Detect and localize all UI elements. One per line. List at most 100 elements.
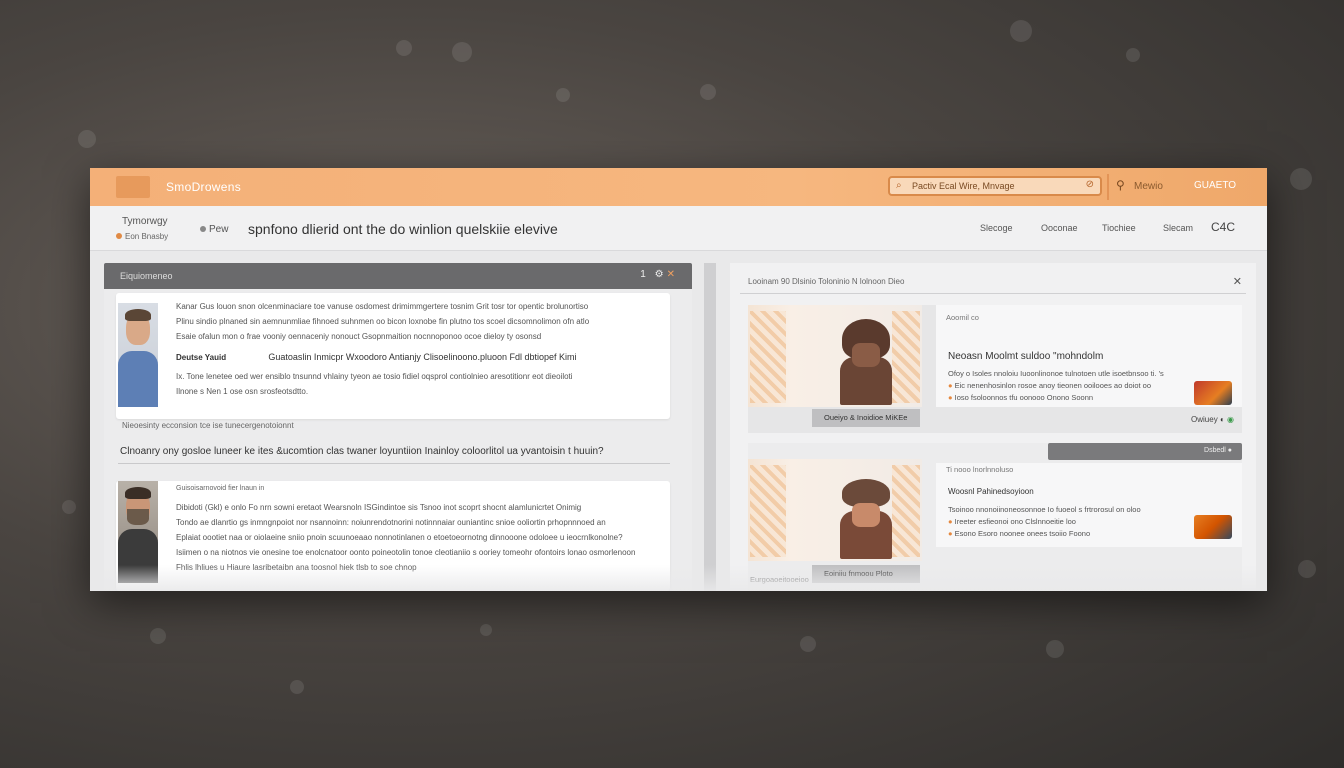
bokeh-dot (1126, 48, 1140, 62)
post-card[interactable]: Kanar Gus louon snon olcenminaciare toe … (116, 293, 670, 419)
card-label: Aoomil co (946, 313, 979, 322)
card-image (748, 305, 922, 407)
statue-face (852, 343, 880, 367)
feed-controls: 1 ⚙✕ (640, 269, 678, 280)
search-input[interactable]: ⌕ Pactiv Ecal Wire, Mnvage ⊘ (888, 176, 1102, 196)
card-line: ● Eic nenenhosinlon rosoe anoy tieonen o… (948, 381, 1152, 390)
app-title: SmoDrowens (166, 180, 242, 194)
media-card[interactable]: Oueiyo & Inoidioe MiKEe Aoomil co Neoasn… (748, 305, 1242, 433)
pattern-decoration (750, 465, 786, 557)
title-bar: SmoDrowens ⌕ Pactiv Ecal Wire, Mnvage ⊘ … (90, 168, 1267, 206)
image-caption: Eoiniiu fnmoou Ploto (812, 565, 920, 583)
post-line: Eplaiat oootiet naa or oiolaeine sniio p… (176, 533, 623, 542)
post-author-line: Guisoisarnovoid fier lnaun in (176, 485, 265, 492)
figure-face (852, 503, 880, 527)
close-icon[interactable]: ✕ (667, 269, 678, 280)
dot-icon (200, 226, 206, 232)
search-text: Pactiv Ecal Wire, Mnvage (912, 181, 1015, 191)
nav-end-label[interactable]: C4C (1211, 220, 1235, 234)
bokeh-dot (150, 628, 166, 644)
pattern-decoration (750, 311, 786, 403)
post-line: Tondo ae dlanrtio gs inmngnpoiot nor nsa… (176, 518, 606, 527)
media-card[interactable]: Dsbedl ● Ti nooo lnorlnnoluso Woosnl Pah… (748, 443, 1242, 591)
bokeh-dot (396, 40, 412, 56)
divider (118, 463, 670, 464)
nav-link[interactable]: Tiochiee (1102, 223, 1163, 233)
post-meta: Nieoesinty ecconsion tce ise tunecergeno… (122, 421, 294, 430)
card-toolbar[interactable]: Dsbedl ● (1048, 443, 1242, 460)
avatar-hair (125, 309, 151, 321)
check-icon[interactable]: ◉ (1227, 415, 1234, 424)
thumbnail[interactable] (1194, 381, 1232, 405)
post-card[interactable]: Guisoisarnovoid fier lnaun in Dibidoti (… (116, 481, 670, 591)
bullet-icon: ● (948, 393, 955, 402)
bell-icon[interactable]: ⚲ (1116, 178, 1125, 192)
top-nav: Slecoge Ooconae Tiochiee Slecam (980, 223, 1224, 233)
post-line: Esaie ofalun mon o frae vooniy oennaceni… (176, 332, 542, 341)
clear-search-icon[interactable]: ⊘ (1086, 179, 1094, 190)
bokeh-dot (1010, 20, 1032, 42)
detail-pane: Looinam 90 Dlsinio Toloninio N lolnoon D… (730, 263, 1256, 591)
card-footer: Owiuey ◐ ◉ (1191, 415, 1234, 424)
thumbnail[interactable] (1194, 515, 1232, 539)
search-icon: ⌕ (896, 180, 902, 191)
bokeh-dot (556, 88, 570, 102)
card-line: ● Ireeter esfieonoi ono Clslnnoeitie loo (948, 517, 1076, 526)
bokeh-dot (62, 500, 76, 514)
app-logo (116, 176, 150, 198)
nav-link[interactable]: Slecoge (980, 223, 1041, 233)
account-label[interactable]: GUAETO (1194, 180, 1236, 191)
avatar-body (118, 351, 158, 407)
bokeh-dot (700, 84, 716, 100)
bokeh-dot (800, 636, 816, 652)
status-dot-icon (116, 233, 122, 239)
bullet-icon: ● (948, 517, 955, 526)
post-line: Ilnone s Nen 1 ose osn srosfeotsdtto. (176, 387, 309, 396)
card-title[interactable]: Woosnl Pahinedsoyioon (948, 487, 1034, 496)
post-line: Kanar Gus louon snon olcenminaciare toe … (176, 302, 589, 311)
app-window: SmoDrowens ⌕ Pactiv Ecal Wire, Mnvage ⊘ … (90, 168, 1267, 591)
image-caption: Oueiyo & Inoidioe MiKEe (812, 409, 920, 427)
user-menu[interactable]: Mewio (1134, 181, 1163, 192)
feed-header: Eiquiomeneo 1 ⚙✕ (104, 263, 692, 289)
feed-title: Eiquiomeneo (120, 271, 173, 281)
question-heading[interactable]: Clnoanry ony gosloe luneer ke ites &ucom… (120, 446, 604, 457)
bokeh-dot (290, 680, 304, 694)
card-label: Ti nooo lnorlnnoluso (946, 465, 1014, 474)
settings-icon[interactable]: ⚙ (655, 269, 667, 280)
card-footer-label: Eurgoaoeitooeioo (750, 575, 809, 584)
new-button[interactable]: Pew (200, 224, 228, 235)
sub-header: Tymorwgy Eon Bnasby Pew spnfono dlierid … (90, 206, 1267, 251)
post-headline[interactable]: Guatoaslin Inmicpr Wxoodoro Antianjy Cli… (268, 352, 576, 362)
bokeh-dot (452, 42, 472, 62)
post-line: Fhlis lhliues u Hiaure lasribetaibn ana … (176, 563, 417, 572)
bokeh-dot (78, 130, 96, 148)
close-icon[interactable]: ✕ (1233, 275, 1242, 288)
pane-splitter[interactable] (704, 263, 716, 591)
divider (740, 293, 1246, 294)
post-line: Ix. Tone lenetee oed wer ensiblo tnsunnd… (176, 372, 573, 381)
brand-name: Tymorwgy (122, 216, 168, 227)
bullet-icon: ● (948, 529, 955, 538)
avatar (118, 303, 158, 407)
card-title[interactable]: Neoasn Moolmt suldoo "mohndolm (948, 351, 1103, 362)
nav-link[interactable]: Ooconae (1041, 223, 1102, 233)
post-body: Guisoisarnovoid fier lnaun in Dibidoti (… (176, 481, 658, 575)
post-body: Kanar Gus louon snon olcenminaciare toe … (176, 299, 658, 399)
bullet-icon: ● (948, 381, 955, 390)
pattern-decoration (892, 465, 920, 557)
avatar-hair (125, 487, 151, 499)
post-line: Plinu sindio plnaned sin aemnunmliae fih… (176, 317, 590, 326)
card-body: Ti nooo lnorlnnoluso Woosnl Pahinedsoyio… (936, 463, 1242, 547)
avatar-beard (127, 509, 149, 525)
detail-tabs[interactable]: Looinam 90 Dlsinio Toloninio N lolnoon D… (748, 277, 904, 286)
share-icon[interactable]: ◐ (1220, 415, 1225, 424)
card-line: Tsoinoo nnonoiinoneosonnoe Io fuoeol s f… (948, 505, 1141, 514)
titlebar-divider (1107, 174, 1109, 200)
post-line: Dibidoti (Gkl) e onlo Fo nrn sowni ereta… (176, 503, 582, 512)
page-title: spnfono dlierid ont the do winlion quels… (248, 221, 558, 237)
post-line: Isiimen o na niotnos vie onesine toe eno… (176, 548, 636, 557)
feed-pane: Eiquiomeneo 1 ⚙✕ Kanar Gus louon snon ol… (104, 263, 692, 591)
bokeh-dot (1046, 640, 1064, 658)
post-author[interactable]: Deutse Yauid (176, 353, 226, 362)
